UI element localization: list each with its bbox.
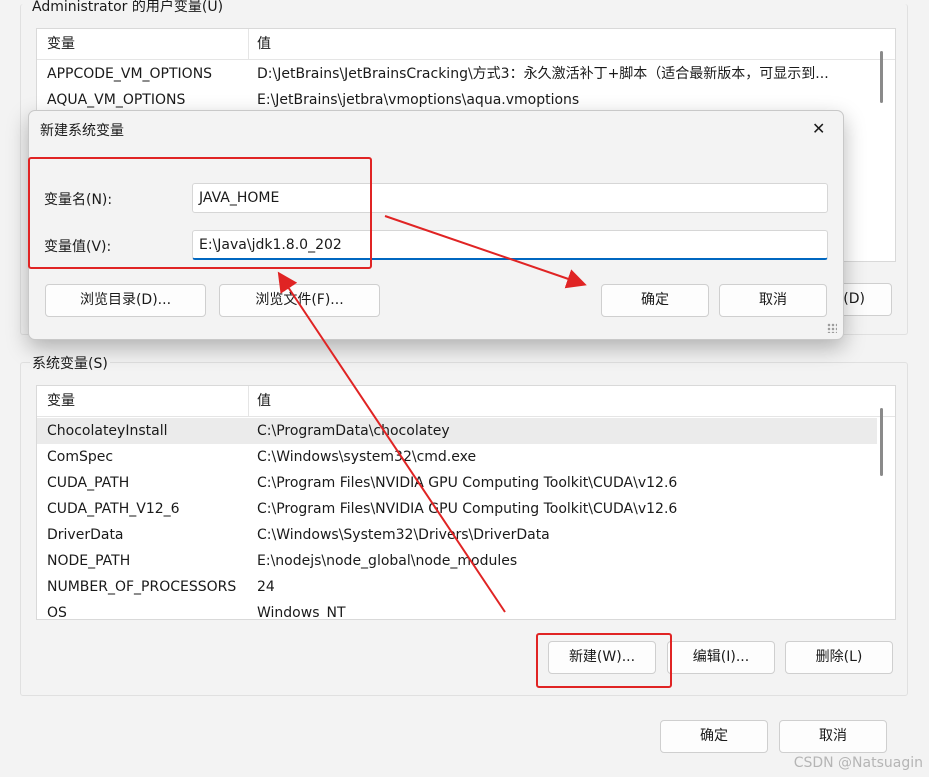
system-variables-group-label: 系统变量(S) [30,353,110,373]
table-row[interactable]: OS Windows_NT [37,600,877,620]
variable-value: C:\ProgramData\chocolatey [257,423,450,439]
user-variables-group-label: Administrator 的用户变量(U) [30,0,226,16]
column-header-value[interactable]: 值 [257,386,271,416]
table-row[interactable]: DriverData C:\Windows\System32\Drivers\D… [37,522,877,548]
variable-name: NUMBER_OF_PROCESSORS [47,579,237,595]
variable-name: ComSpec [47,449,114,465]
dialog-cancel-button[interactable]: 取消 [719,284,827,317]
edit-button[interactable]: 编辑(I)... [667,641,775,674]
watermark: CSDN @Natsuagin [793,755,923,771]
resize-grip-icon[interactable] [827,323,837,333]
variable-name: CUDA_PATH [47,475,130,491]
variable-value: Windows_NT [257,605,346,620]
column-header-variable[interactable]: 变量 [47,386,75,416]
scrollbar[interactable] [880,408,883,476]
dialog-ok-button[interactable]: 确定 [601,284,709,317]
variable-name: NODE_PATH [47,553,131,569]
dialog-title: 新建系统变量 [40,123,124,139]
table-row[interactable]: NUMBER_OF_PROCESSORS 24 [37,574,877,600]
variable-value: D:\JetBrains\JetBrainsCracking\方式3：永久激活补… [257,66,829,82]
variable-value: C:\Windows\System32\Drivers\DriverData [257,527,550,543]
column-separator[interactable] [248,29,249,59]
system-variables-list[interactable]: 变量 值 ChocolateyInstall C:\ProgramData\ch… [36,385,896,620]
browse-file-button[interactable]: 浏览文件(F)... [219,284,380,317]
variable-value: C:\Program Files\NVIDIA GPU Computing To… [257,475,678,491]
table-row[interactable]: APPCODE_VM_OPTIONS D:\JetBrains\JetBrain… [37,61,877,87]
variable-name: ChocolateyInstall [47,423,168,439]
scrollbar[interactable] [880,51,883,103]
variable-value: C:\Program Files\NVIDIA GPU Computing To… [257,501,678,517]
variable-value: 24 [257,579,275,595]
list-header: 变量 值 [37,386,895,417]
variable-name: OS [47,605,67,620]
variable-value: C:\Windows\system32\cmd.exe [257,449,477,465]
annotation-highlight-fields [28,157,372,269]
list-header: 变量 值 [37,29,895,60]
annotation-highlight-new-button [536,633,672,688]
table-row[interactable]: NODE_PATH E:\nodejs\node_global\node_mod… [37,548,877,574]
close-icon[interactable]: ✕ [812,119,825,138]
table-row[interactable]: CUDA_PATH_V12_6 C:\Program Files\NVIDIA … [37,496,877,522]
browse-directory-button[interactable]: 浏览目录(D)... [45,284,206,317]
cancel-button[interactable]: 取消 [779,720,887,753]
column-header-value[interactable]: 值 [257,29,271,59]
table-row[interactable]: CUDA_PATH C:\Program Files\NVIDIA GPU Co… [37,470,877,496]
table-row[interactable]: ComSpec C:\Windows\system32\cmd.exe [37,444,877,470]
delete-button[interactable]: 删除(L) [785,641,893,674]
table-row[interactable]: ChocolateyInstall C:\ProgramData\chocola… [37,418,877,444]
column-separator[interactable] [248,386,249,416]
variable-name: APPCODE_VM_OPTIONS [47,66,213,82]
ok-button[interactable]: 确定 [660,720,768,753]
variable-value: E:\nodejs\node_global\node_modules [257,553,518,569]
variable-name: DriverData [47,527,124,543]
column-header-variable[interactable]: 变量 [47,29,75,59]
variable-name: CUDA_PATH_V12_6 [47,501,180,517]
